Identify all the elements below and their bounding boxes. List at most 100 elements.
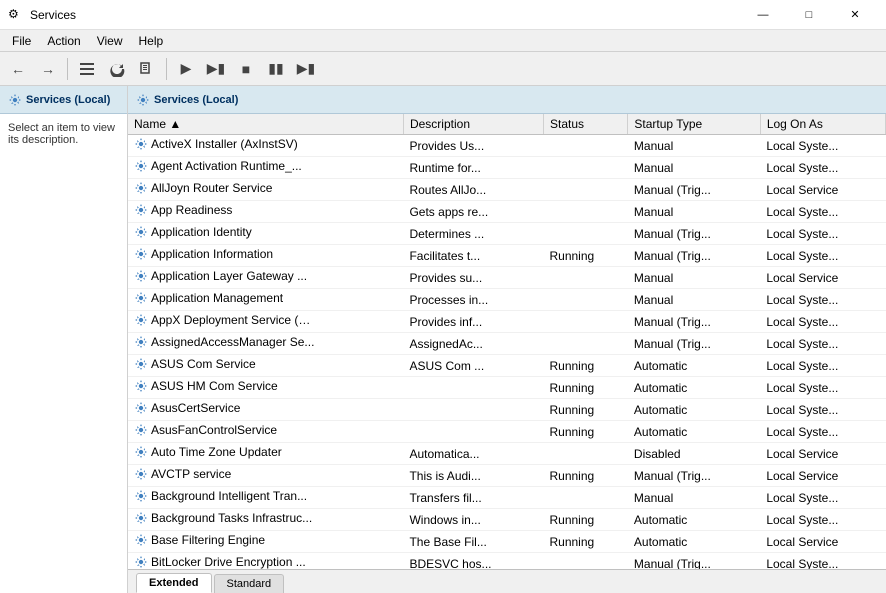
- service-gear-icon: [134, 181, 148, 195]
- close-button[interactable]: ✕: [832, 0, 878, 30]
- col-status[interactable]: Status: [543, 114, 627, 135]
- table-row[interactable]: AssignedAccessManager Se...AssignedAc...…: [128, 333, 886, 355]
- table-row[interactable]: Application Layer Gateway ...Provides su…: [128, 267, 886, 289]
- col-name[interactable]: Name ▲: [128, 114, 403, 135]
- resume-button[interactable]: ▶▮: [292, 55, 320, 83]
- menu-item-action[interactable]: Action: [39, 32, 88, 50]
- service-gear-icon: [134, 511, 148, 525]
- services-tbody: ActiveX Installer (AxInstSV)Provides Us.…: [128, 135, 886, 570]
- title-bar-left: ⚙ Services: [8, 7, 76, 23]
- description-text: Select an item to view its description.: [8, 122, 115, 146]
- cell-name: AppX Deployment Service (…: [128, 311, 403, 333]
- cell-startup: Automatic: [628, 531, 760, 553]
- cell-description: Provides inf...: [403, 311, 543, 333]
- services-icon-left: [8, 93, 22, 107]
- cell-name: ASUS HM Com Service: [128, 377, 403, 399]
- separator-2: [166, 58, 167, 80]
- minimize-button[interactable]: —: [740, 0, 786, 30]
- cell-logon: Local Service: [760, 267, 885, 289]
- cell-status: Running: [543, 465, 627, 487]
- cell-startup: Manual (Trig...: [628, 465, 760, 487]
- table-row[interactable]: Auto Time Zone UpdaterAutomatica...Disab…: [128, 443, 886, 465]
- table-header-row: Name ▲ Description Status Startup Type L…: [128, 114, 886, 135]
- service-gear-icon: [134, 137, 148, 151]
- cell-status: [543, 289, 627, 311]
- cell-logon: Local Syste...: [760, 245, 885, 267]
- cell-description: [403, 421, 543, 443]
- menu-item-view[interactable]: View: [89, 32, 131, 50]
- cell-startup: Manual (Trig...: [628, 333, 760, 355]
- table-row[interactable]: ActiveX Installer (AxInstSV)Provides Us.…: [128, 135, 886, 157]
- cell-logon: Local Syste...: [760, 135, 885, 157]
- table-row[interactable]: BitLocker Drive Encryption ...BDESVC hos…: [128, 553, 886, 570]
- col-startup[interactable]: Startup Type: [628, 114, 760, 135]
- table-row[interactable]: Application ManagementProcesses in...Man…: [128, 289, 886, 311]
- cell-startup: Manual (Trig...: [628, 311, 760, 333]
- table-row[interactable]: ASUS Com ServiceASUS Com ...RunningAutom…: [128, 355, 886, 377]
- cell-name: Application Information: [128, 245, 403, 267]
- service-gear-icon: [134, 203, 148, 217]
- cell-status: [543, 311, 627, 333]
- menu-item-file[interactable]: File: [4, 32, 39, 50]
- table-row[interactable]: AsusCertServiceRunningAutomaticLocal Sys…: [128, 399, 886, 421]
- cell-logon: Local Syste...: [760, 289, 885, 311]
- tab-extended[interactable]: Extended: [136, 573, 212, 593]
- services-table-container[interactable]: Name ▲ Description Status Startup Type L…: [128, 114, 886, 569]
- cell-startup: Manual (Trig...: [628, 553, 760, 570]
- cell-startup: Manual: [628, 289, 760, 311]
- service-gear-icon: [134, 423, 148, 437]
- cell-startup: Manual (Trig...: [628, 179, 760, 201]
- service-gear-icon: [134, 225, 148, 239]
- tab-standard[interactable]: Standard: [214, 574, 285, 593]
- cell-status: [543, 135, 627, 157]
- service-gear-icon: [134, 313, 148, 327]
- service-gear-icon: [134, 269, 148, 283]
- col-description[interactable]: Description: [403, 114, 543, 135]
- cell-name: ActiveX Installer (AxInstSV): [128, 135, 403, 157]
- back-button[interactable]: ←: [4, 55, 32, 83]
- cell-status: [543, 157, 627, 179]
- cell-name: AssignedAccessManager Se...: [128, 333, 403, 355]
- table-row[interactable]: ASUS HM Com ServiceRunningAutomaticLocal…: [128, 377, 886, 399]
- table-row[interactable]: Background Tasks Infrastruc...Windows in…: [128, 509, 886, 531]
- stop-button[interactable]: ■: [232, 55, 260, 83]
- cell-startup: Manual: [628, 157, 760, 179]
- refresh-button[interactable]: [103, 55, 131, 83]
- service-gear-icon: [134, 357, 148, 371]
- cell-name: Background Tasks Infrastruc...: [128, 509, 403, 531]
- start-pause-button[interactable]: ▶▮: [202, 55, 230, 83]
- cell-description: ASUS Com ...: [403, 355, 543, 377]
- show-hide-button[interactable]: [73, 55, 101, 83]
- table-row[interactable]: App ReadinessGets apps re...ManualLocal …: [128, 201, 886, 223]
- cell-name: AllJoyn Router Service: [128, 179, 403, 201]
- table-row[interactable]: AVCTP serviceThis is Audi...RunningManua…: [128, 465, 886, 487]
- forward-button[interactable]: →: [34, 55, 62, 83]
- cell-logon: Local Syste...: [760, 223, 885, 245]
- export-button[interactable]: [133, 55, 161, 83]
- cell-startup: Automatic: [628, 399, 760, 421]
- table-row[interactable]: Agent Activation Runtime_...Runtime for.…: [128, 157, 886, 179]
- cell-logon: Local Syste...: [760, 399, 885, 421]
- pause-button[interactable]: ▮▮: [262, 55, 290, 83]
- cell-startup: Automatic: [628, 509, 760, 531]
- cell-description: Facilitates t...: [403, 245, 543, 267]
- right-panel-header: Services (Local): [128, 86, 886, 114]
- col-logon[interactable]: Log On As: [760, 114, 885, 135]
- table-row[interactable]: Background Intelligent Tran...Transfers …: [128, 487, 886, 509]
- services-icon-right: [136, 93, 150, 107]
- table-row[interactable]: AsusFanControlServiceRunningAutomaticLoc…: [128, 421, 886, 443]
- cell-description: Provides Us...: [403, 135, 543, 157]
- cell-description: Transfers fil...: [403, 487, 543, 509]
- table-row[interactable]: Application IdentityDetermines ...Manual…: [128, 223, 886, 245]
- maximize-button[interactable]: □: [786, 0, 832, 30]
- table-row[interactable]: Application InformationFacilitates t...R…: [128, 245, 886, 267]
- cell-name: Background Intelligent Tran...: [128, 487, 403, 509]
- table-row[interactable]: AllJoyn Router ServiceRoutes AllJo...Man…: [128, 179, 886, 201]
- table-row[interactable]: AppX Deployment Service (…Provides inf..…: [128, 311, 886, 333]
- table-row[interactable]: Base Filtering EngineThe Base Fil...Runn…: [128, 531, 886, 553]
- menu-item-help[interactable]: Help: [131, 32, 172, 50]
- app-icon: ⚙: [8, 7, 24, 23]
- start-button[interactable]: ▶: [172, 55, 200, 83]
- tabs-bar: ExtendedStandard: [128, 569, 886, 593]
- cell-startup: Manual: [628, 487, 760, 509]
